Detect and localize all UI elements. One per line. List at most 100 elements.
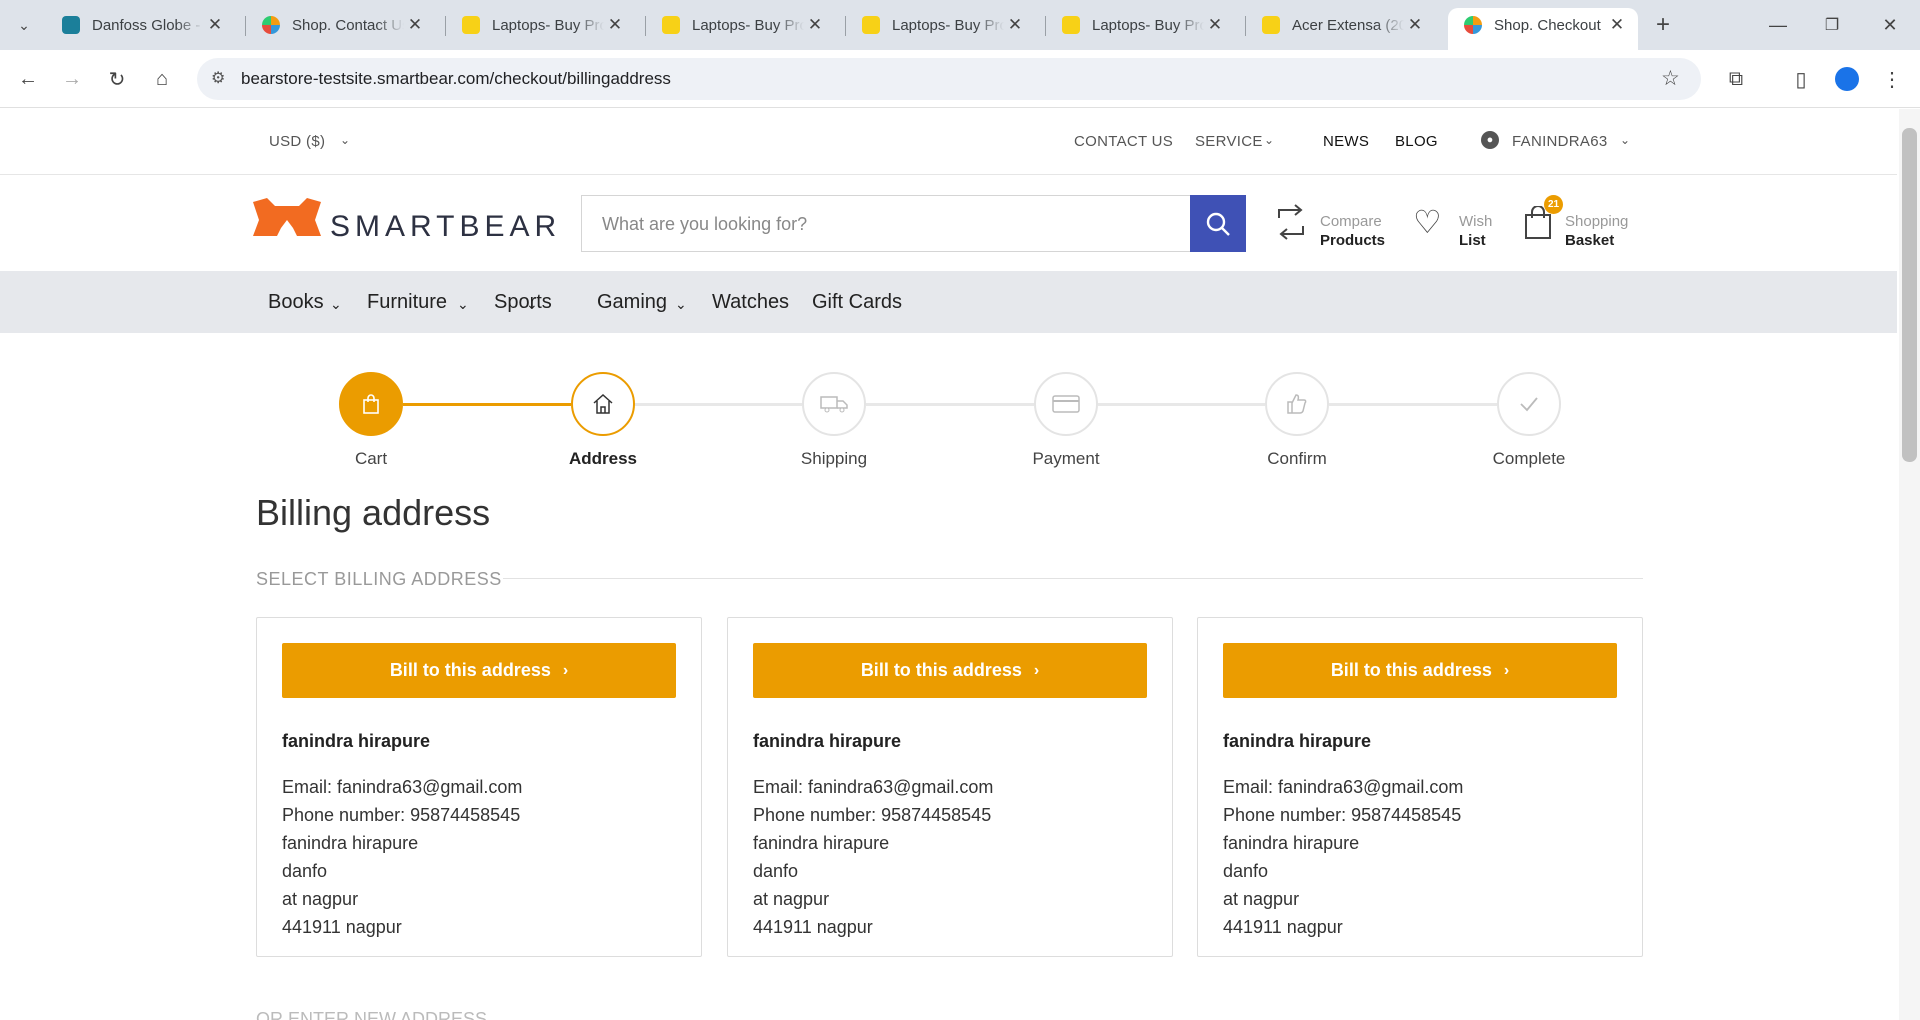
compare-label-bold: Products	[1320, 232, 1386, 249]
step-label-address: Address	[568, 449, 638, 468]
step-label-payment: Payment	[1032, 449, 1100, 468]
user-account-menu[interactable]: FANINDRA63	[1512, 133, 1608, 150]
user-icon: ●	[1481, 131, 1499, 149]
nav-item-books[interactable]: Books	[268, 291, 324, 314]
shopping-basket-link[interactable]: Shopping Basket	[1565, 212, 1628, 250]
blog-link[interactable]: BLOG	[1395, 133, 1438, 150]
extensions-icon[interactable]: ⧉	[1720, 63, 1752, 95]
sharepoint-favicon-icon	[62, 16, 80, 34]
currency-selector[interactable]: USD ($)	[269, 133, 325, 150]
checkmark-icon	[1520, 397, 1538, 412]
tab-title: Danfoss Globe -	[92, 16, 201, 34]
close-icon[interactable]: ✕	[604, 15, 626, 35]
step-cart[interactable]	[339, 372, 403, 436]
address-card: Bill to this address › fanindra hirapure …	[727, 617, 1173, 957]
search-button[interactable]	[1190, 195, 1246, 252]
compare-products-link[interactable]: Compare Products	[1320, 212, 1385, 250]
browser-tab[interactable]: Laptops- Buy Products ✕	[1046, 8, 1236, 42]
forward-icon[interactable]: →	[56, 63, 88, 95]
brand-logo-text[interactable]: SMARTBEAR	[330, 210, 561, 244]
chevron-right-icon: ›	[562, 661, 569, 679]
step-connector	[1098, 403, 1265, 406]
divider	[503, 578, 1643, 579]
close-icon[interactable]: ✕	[1204, 15, 1226, 35]
address-bar[interactable]: ⚙ bearstore-testsite.smartbear.com/check…	[197, 58, 1701, 100]
wish-list-link[interactable]: Wish List	[1459, 212, 1492, 250]
profile-avatar-icon[interactable]	[1831, 63, 1863, 95]
address-company: danfo	[1223, 861, 1269, 881]
browser-tab[interactable]: Laptops- Buy Products ✕	[846, 8, 1036, 42]
site-header: SMARTBEAR What are you looking for? Comp…	[0, 176, 1897, 270]
news-link[interactable]: NEWS	[1323, 133, 1369, 150]
browser-tab[interactable]: Laptops- Buy Products ✕	[646, 8, 836, 42]
bookmark-star-icon[interactable]: ☆	[1661, 66, 1680, 91]
tab-title: Laptops- Buy Products	[892, 16, 1004, 34]
flipkart-favicon-icon	[1262, 16, 1280, 34]
close-icon[interactable]: ✕	[404, 15, 426, 35]
nav-item-watches[interactable]: Watches	[712, 291, 789, 314]
url-text: bearstore-testsite.smartbear.com/checkou…	[241, 69, 671, 88]
nav-item-sports[interactable]: Sports	[494, 291, 552, 314]
service-menu[interactable]: SERVICE	[1195, 133, 1263, 150]
search-icon	[1206, 212, 1230, 236]
address-street: at nagpur	[1223, 889, 1300, 909]
search-input[interactable]: What are you looking for?	[581, 195, 1246, 252]
step-label-complete: Complete	[1492, 449, 1566, 468]
chrome-menu-icon[interactable]: ⋮	[1876, 63, 1908, 95]
address-contact-name: fanindra hirapure	[1223, 833, 1360, 853]
browser-tab-active[interactable]: Shop. Checkout ✕	[1448, 8, 1638, 50]
heart-icon[interactable]: ♡	[1413, 206, 1442, 238]
wish-label: Wish	[1459, 213, 1493, 230]
select-billing-heading: SELECT BILLING ADDRESS	[256, 569, 502, 589]
close-icon[interactable]: ✕	[1404, 15, 1426, 35]
nav-item-furniture[interactable]: Furniture	[367, 291, 447, 314]
address-zip-city: 441911 nagpur	[753, 917, 873, 937]
close-icon[interactable]: ✕	[1606, 15, 1628, 35]
site-info-icon[interactable]: ⚙	[211, 68, 225, 88]
flipkart-favicon-icon	[462, 16, 480, 34]
address-zip-city: 441911 nagpur	[282, 917, 402, 937]
home-icon[interactable]: ⌂	[146, 63, 178, 95]
back-icon[interactable]: ←	[12, 63, 44, 95]
chevron-down-icon: ⌄	[526, 296, 538, 312]
browser-tab[interactable]: Shop. Contact Us ✕	[246, 8, 436, 42]
side-panel-icon[interactable]: ▯	[1785, 63, 1817, 95]
chevron-down-icon: ⌄	[330, 296, 342, 312]
minimize-icon[interactable]: —	[1762, 9, 1794, 41]
browser-tab[interactable]: Danfoss Globe - ✕	[46, 8, 236, 42]
tab-search-icon[interactable]: ⌄	[8, 9, 40, 41]
address-phone: Phone number: 95874458545	[282, 805, 521, 825]
step-connector	[635, 403, 802, 406]
address-card: Bill to this address › fanindra hirapure …	[256, 617, 702, 957]
close-icon[interactable]: ✕	[204, 15, 226, 35]
restore-icon[interactable]: ❐	[1816, 9, 1848, 41]
browser-tab[interactable]: Laptops- Buy Products ✕	[446, 8, 636, 42]
nav-item-gift-cards[interactable]: Gift Cards	[812, 291, 902, 314]
new-tab-icon[interactable]: +	[1647, 9, 1679, 41]
address-name: fanindra hirapure	[282, 731, 431, 751]
tab-title: Laptops- Buy Products	[1092, 16, 1204, 34]
address-street: at nagpur	[282, 889, 359, 909]
compare-icon[interactable]	[1275, 204, 1307, 245]
bear-logo-icon[interactable]	[253, 198, 321, 236]
tab-title: Shop. Checkout	[1494, 16, 1601, 34]
scrollbar-thumb[interactable]	[1902, 128, 1917, 462]
top-utility-bar: USD ($) ⌄ CONTACT US SERVICE ⌄ NEWS BLOG…	[0, 109, 1897, 175]
button-label: Bill to this address	[1330, 660, 1492, 680]
bill-to-address-button[interactable]: Bill to this address ›	[753, 643, 1147, 698]
step-address[interactable]	[571, 372, 635, 436]
window-close-icon[interactable]: ✕	[1874, 9, 1906, 41]
main-category-nav: Books ⌄ Furniture ⌄ Sports ⌄ Gaming ⌄ Wa…	[0, 271, 1897, 333]
reload-icon[interactable]: ↻	[101, 63, 133, 95]
bill-to-address-button[interactable]: Bill to this address ›	[282, 643, 676, 698]
browser-tab[interactable]: Acer Extensa (2023) ✕	[1246, 8, 1436, 42]
contact-us-link[interactable]: CONTACT US	[1074, 133, 1173, 150]
new-address-heading: OR ENTER NEW ADDRESS	[256, 1009, 488, 1020]
wish-label-bold: List	[1459, 232, 1486, 249]
step-complete	[1497, 372, 1561, 436]
nav-item-gaming[interactable]: Gaming	[597, 291, 667, 314]
flipkart-favicon-icon	[862, 16, 880, 34]
bill-to-address-button[interactable]: Bill to this address ›	[1223, 643, 1617, 698]
close-icon[interactable]: ✕	[804, 15, 826, 35]
close-icon[interactable]: ✕	[1004, 15, 1026, 35]
